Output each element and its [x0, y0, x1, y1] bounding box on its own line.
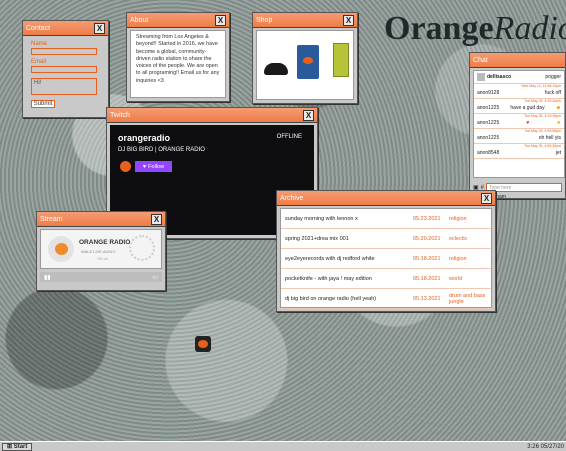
brand-logo: OrangeRadio	[384, 10, 566, 47]
chat-message: anon8548 jet	[474, 148, 564, 159]
stream-window: Stream X ORANGE RADIO WALK LIVE AUDIO Off…	[36, 211, 166, 291]
chat-input[interactable]: Type here	[486, 183, 562, 192]
close-icon[interactable]: X	[215, 14, 226, 26]
windows-icon: ⊞	[7, 443, 13, 450]
smiley-icon: ☻	[555, 105, 561, 111]
contact-window: Contact X Name Email Hi! Submit	[22, 20, 109, 118]
shop-window: Shop X	[252, 12, 358, 104]
chat-message: dellisasco pogger	[474, 71, 564, 84]
archive-window: Archive X sunday morning with lennon x 05.…	[276, 190, 496, 312]
message-field[interactable]: Hi!	[31, 78, 97, 95]
chat-window: Chat dellisasco pogger Wed May 12, 11:48:…	[469, 52, 566, 200]
radio-desktop-icon[interactable]	[195, 336, 211, 352]
air-status: Off-air	[97, 256, 109, 261]
stream-title: DJ BIG BIRD | ORANGE RADIO	[118, 147, 205, 153]
tote-bag-product-image[interactable]	[297, 45, 319, 79]
close-icon[interactable]: X	[343, 14, 354, 26]
archive-row[interactable]: eye2eyerecords with dj redford white 05.1…	[281, 249, 491, 269]
archive-row[interactable]: pocketknife - with jaya ! may edition 05.…	[281, 269, 491, 289]
heart-icon: ♥	[526, 120, 530, 126]
clock: 3:26 05/27/20	[527, 443, 564, 450]
contact-titlebar[interactable]: Contact X	[23, 21, 108, 36]
name-label: Name	[31, 41, 48, 47]
close-icon[interactable]: X	[151, 213, 162, 225]
station-subtitle: WALK LIVE AUDIO	[81, 249, 116, 254]
close-icon[interactable]: X	[481, 192, 492, 204]
visualizer-icon	[129, 235, 155, 261]
close-icon[interactable]: X	[303, 109, 314, 121]
channel-avatar	[120, 161, 131, 172]
taskbar: ⊞ Start 3:26 05/27/20	[0, 441, 566, 451]
about-text: Streaming from Los Angeles & beyond!! St…	[130, 30, 226, 98]
chat-titlebar[interactable]: Chat	[470, 53, 565, 68]
archive-row[interactable]: spring 2021+drea mix 001 05.20.2021 eclect…	[281, 229, 491, 249]
about-window: About X Streaming from Los Angeles & beyo…	[126, 12, 230, 102]
email-label: Email	[31, 59, 47, 65]
start-button[interactable]: ⊞ Start	[2, 442, 33, 451]
follow-button[interactable]: ♥ Follow	[135, 161, 172, 172]
expand-icon[interactable]: ▭	[152, 274, 158, 281]
chat-message: anon9128 fuck off	[474, 88, 564, 99]
star-icon: ★	[556, 120, 561, 126]
volume-icon[interactable]: ▮▮	[44, 274, 51, 281]
notebook-product-image[interactable]	[333, 43, 349, 77]
twitch-titlebar[interactable]: Twitch X	[107, 108, 317, 123]
station-name: ORANGE RADIO	[79, 239, 131, 246]
shop-titlebar[interactable]: Shop X	[253, 13, 357, 28]
archive-row[interactable]: sunday morning with lennon x 05.23.2021 re…	[281, 209, 491, 229]
heart-icon: ♥	[142, 163, 147, 170]
submit-button[interactable]: Submit	[31, 100, 55, 108]
player-controls[interactable]: ▮▮ ▭	[40, 272, 162, 282]
stream-titlebar[interactable]: Stream X	[37, 212, 165, 227]
station-logo	[48, 236, 74, 262]
chat-message: anon1225 ♥ ★	[474, 118, 564, 129]
offline-badge: OFFLINE	[276, 134, 302, 140]
chat-message: anon1225 have a gud day ☻	[474, 103, 564, 114]
about-titlebar[interactable]: About X	[127, 13, 229, 28]
close-icon[interactable]: X	[94, 22, 105, 34]
hat-product-image[interactable]	[264, 63, 288, 75]
avatar	[477, 73, 485, 81]
email-field[interactable]	[31, 66, 97, 73]
name-field[interactable]	[31, 48, 97, 55]
chat-message: anon1225 oh hell yis	[474, 133, 564, 144]
archive-row[interactable]: dj big bird on orange radio (hell yeah) 0…	[281, 289, 491, 309]
channel-name[interactable]: orangeradio	[118, 133, 170, 143]
archive-titlebar[interactable]: Archive X	[277, 191, 495, 206]
